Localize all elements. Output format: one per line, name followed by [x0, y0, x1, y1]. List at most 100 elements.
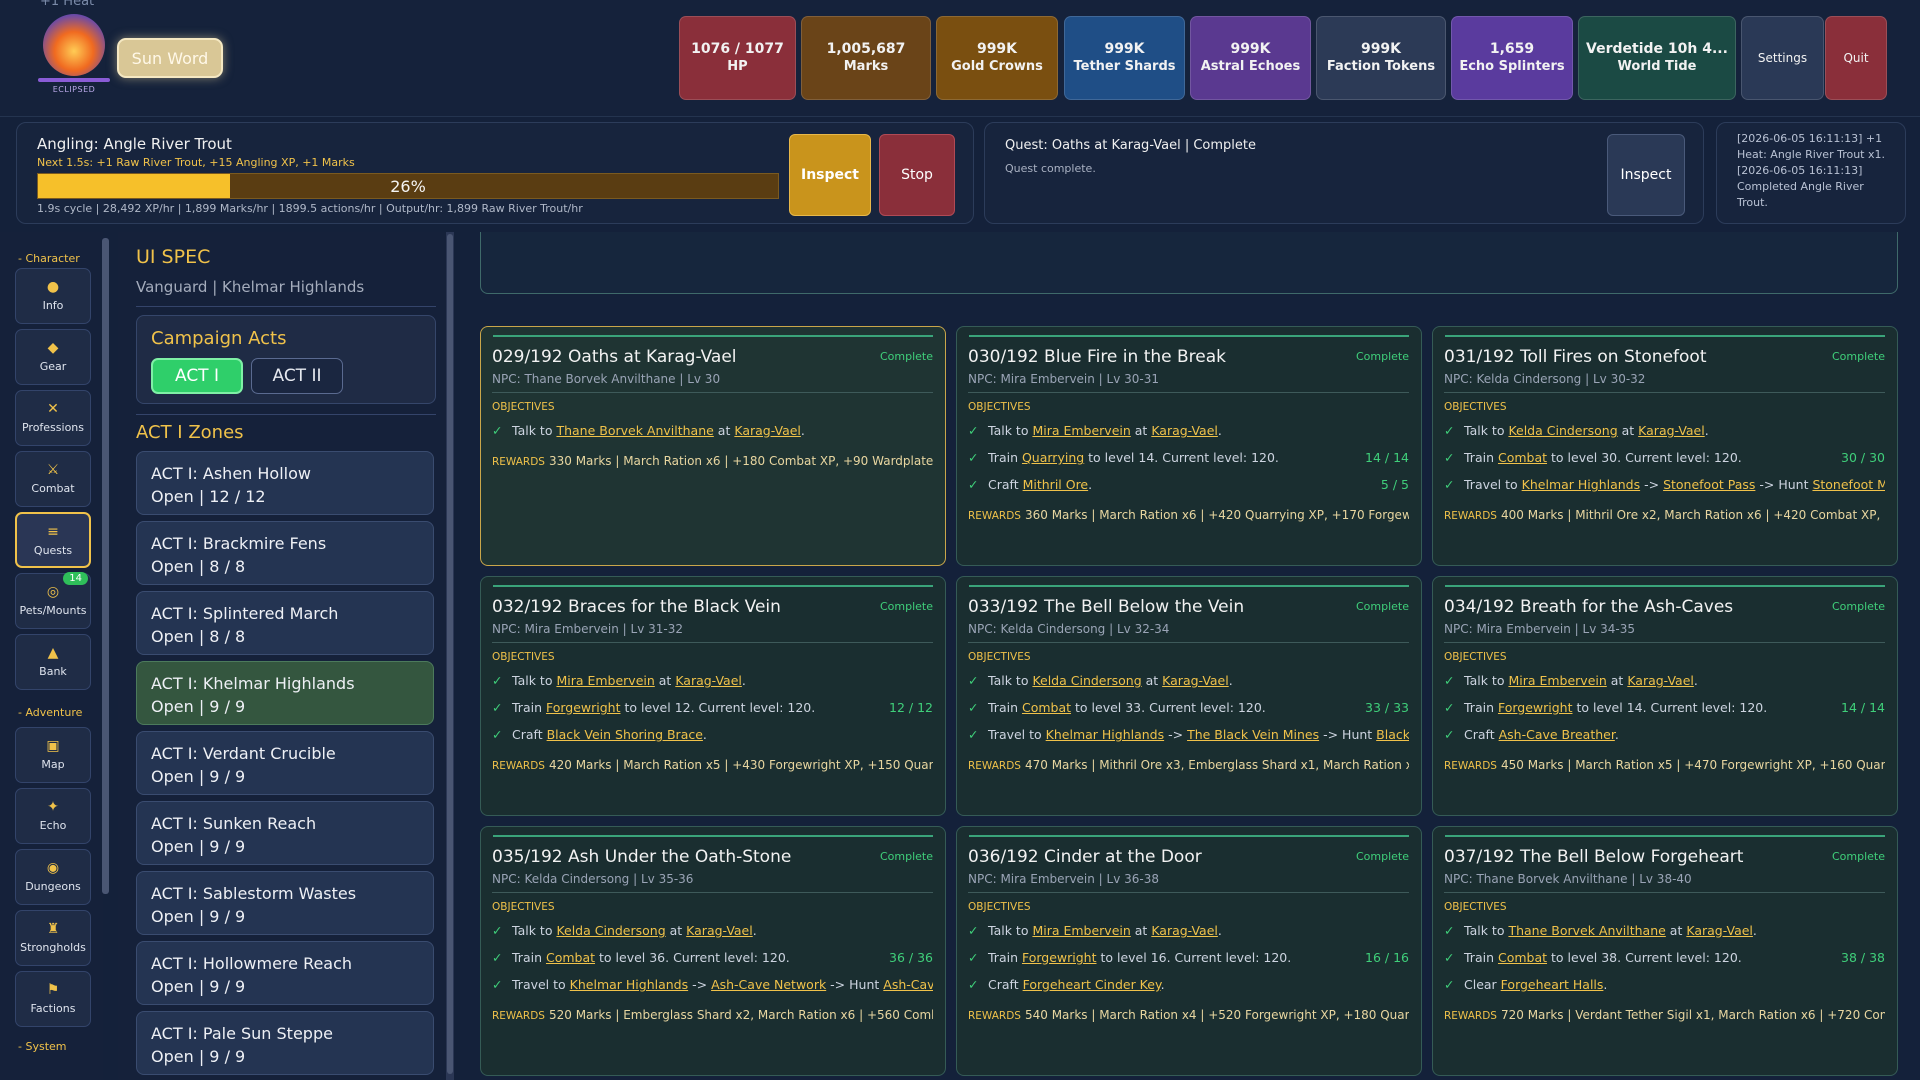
objective-text: Train — [988, 950, 1022, 965]
quest-card[interactable]: 032/192 Braces for the Black Vein Complet… — [480, 576, 946, 816]
objective-link[interactable]: Karag-Vael — [734, 423, 801, 438]
objective-link[interactable]: Stonefoot Pass — [1663, 477, 1755, 492]
nav-factions[interactable]: ⚑ Factions — [15, 971, 91, 1027]
quest-card[interactable]: 035/192 Ash Under the Oath-Stone Complete… — [480, 826, 946, 1076]
nav-quests[interactable]: ≡ Quests — [15, 512, 91, 568]
objective-link[interactable]: Ash-Cave Network — [711, 977, 826, 992]
sidebar-scrollbar[interactable] — [102, 238, 109, 894]
objective-text: Train — [512, 950, 546, 965]
nav-info[interactable]: ● Info — [15, 268, 91, 324]
settings-button[interactable]: Settings — [1741, 16, 1824, 100]
zone-item[interactable]: ACT I: Sablestorm Wastes Open | 9 / 9 — [136, 871, 434, 935]
quest-card[interactable]: 034/192 Breath for the Ash-Caves Complete… — [1432, 576, 1898, 816]
stat-0[interactable]: 1076 / 1077 HP — [679, 16, 796, 100]
stop-button[interactable]: Stop — [879, 134, 955, 216]
objective-link[interactable]: Mira Embervein — [556, 673, 654, 688]
inspect-quest-button[interactable]: Inspect — [1607, 134, 1685, 216]
nav-combat[interactable]: ⚔ Combat — [15, 451, 91, 507]
objective-link[interactable]: Black Vein Shoring Brace — [547, 727, 703, 742]
objective-link[interactable]: Ash-Cave Acolyte — [883, 977, 933, 992]
objective-link[interactable]: Quarrying — [1022, 450, 1084, 465]
zone-item[interactable]: ACT I: Brackmire Fens Open | 8 / 8 — [136, 521, 434, 585]
objective-link[interactable]: Karag-Vael — [675, 673, 742, 688]
zone-name: ACT I: Khelmar Highlands — [151, 674, 355, 693]
objective-link[interactable]: Combat — [1498, 950, 1547, 965]
objective-row: ✓ Train Combat to level 30. Current level… — [1444, 450, 1885, 465]
nav-map[interactable]: ▣ Map — [15, 727, 91, 783]
stat-3[interactable]: 999K Tether Shards — [1064, 16, 1185, 100]
objective-link[interactable]: Karag-Vael — [1638, 423, 1705, 438]
nav-professions[interactable]: ✕ Professions — [15, 390, 91, 446]
sun-word-button[interactable]: Sun Word — [117, 38, 223, 78]
objective-link[interactable]: Karag-Vael — [686, 923, 753, 938]
zone-item[interactable]: ACT I: Splintered March Open | 8 / 8 — [136, 591, 434, 655]
objective-link[interactable]: Forgewright — [1022, 950, 1097, 965]
objective-link[interactable]: Kelda Cindersong — [1508, 423, 1617, 438]
objective-link[interactable]: Khelmar Highlands — [570, 977, 688, 992]
objective-link[interactable]: Combat — [1498, 450, 1547, 465]
stat-7[interactable]: Verdetide 10h 4... World Tide — [1578, 16, 1736, 100]
objective-row: ✓ Talk to Mira Embervein at Karag-Vael. — [492, 673, 933, 688]
quest-card[interactable]: 036/192 Cinder at the Door Complete NPC: M… — [956, 826, 1422, 1076]
nav-bank[interactable]: ▲ Bank — [15, 634, 91, 690]
objective-link[interactable]: Forgewright — [546, 700, 621, 715]
objective-link[interactable]: Combat — [1022, 700, 1071, 715]
objective-link[interactable]: Black Vein Delver — [1376, 727, 1409, 742]
quest-card[interactable]: 037/192 The Bell Below Forgeheart Complet… — [1432, 826, 1898, 1076]
objective-link[interactable]: Forgeheart Cinder Key — [1023, 977, 1161, 992]
quest-card[interactable]: 030/192 Blue Fire in the Break Complete NP… — [956, 326, 1422, 566]
objective-link[interactable]: Combat — [546, 950, 595, 965]
nav-gear[interactable]: ◆ Gear — [15, 329, 91, 385]
objective-link[interactable]: Karag-Vael — [1151, 423, 1218, 438]
quest-card[interactable]: 033/192 The Bell Below the Vein Complete N… — [956, 576, 1422, 816]
objective-link[interactable]: Forgewright — [1498, 700, 1573, 715]
objective-link[interactable]: Thane Borvek Anvilthane — [556, 423, 713, 438]
objective-link[interactable]: Khelmar Highlands — [1522, 477, 1640, 492]
objective-link[interactable]: Mithril Ore — [1023, 477, 1089, 492]
objective-text: Talk to — [1464, 423, 1509, 438]
zone-item[interactable]: ACT I: Hollowmere Reach Open | 9 / 9 — [136, 941, 434, 1005]
card-divider — [1444, 642, 1885, 643]
objective-link[interactable]: The Black Vein Mines — [1187, 727, 1319, 742]
objective-link[interactable]: Stonefoot Marauder — [1812, 477, 1885, 492]
objective-link[interactable]: Kelda Cindersong — [556, 923, 665, 938]
objective-link[interactable]: Khelmar Highlands — [1046, 727, 1164, 742]
objective-link[interactable]: Thane Borvek Anvilthane — [1508, 923, 1665, 938]
zone-item[interactable]: ACT I: Ashen Hollow Open | 12 / 12 — [136, 451, 434, 515]
stat-4[interactable]: 999K Astral Echoes — [1190, 16, 1311, 100]
objective-link[interactable]: Karag-Vael — [1627, 673, 1694, 688]
nav-echo[interactable]: ✦ Echo — [15, 788, 91, 844]
objective-link[interactable]: Ash-Cave Breather — [1499, 727, 1615, 742]
stat-2[interactable]: 999K Gold Crowns — [936, 16, 1058, 100]
objective-text: . — [1217, 923, 1222, 938]
scroll-thumb[interactable] — [447, 234, 453, 1074]
zone-item[interactable]: ACT I: Pale Sun Steppe Open | 9 / 9 — [136, 1011, 434, 1075]
nav-strongholds[interactable]: ♜ Strongholds — [15, 910, 91, 966]
quit-button[interactable]: Quit — [1825, 16, 1887, 100]
quest-card[interactable]: 031/192 Toll Fires on Stonefoot Complete N… — [1432, 326, 1898, 566]
objective-link[interactable]: Karag-Vael — [1686, 923, 1753, 938]
stat-1[interactable]: 1,005,687 Marks — [801, 16, 931, 100]
zone-item[interactable]: ACT I: Khelmar Highlands Open | 9 / 9 — [136, 661, 434, 725]
objective-link[interactable]: Mira Embervein — [1032, 923, 1130, 938]
objective-link[interactable]: Mira Embervein — [1032, 423, 1130, 438]
stat-6[interactable]: 1,659 Echo Splinters — [1451, 16, 1573, 100]
zone-item[interactable]: ACT I: Verdant Crucible Open | 9 / 9 — [136, 731, 434, 795]
zone-item[interactable]: ACT I: Sunken Reach Open | 9 / 9 — [136, 801, 434, 865]
act-ii-tab[interactable]: ACT II — [251, 358, 343, 394]
objective-text: -> Hunt — [1319, 727, 1377, 742]
nav-dungeons[interactable]: ◉ Dungeons — [15, 849, 91, 905]
stat-5[interactable]: 999K Faction Tokens — [1316, 16, 1446, 100]
objective-link[interactable]: Karag-Vael — [1151, 923, 1218, 938]
act-i-tab[interactable]: ACT I — [151, 358, 243, 394]
objective-link[interactable]: Mira Embervein — [1508, 673, 1606, 688]
panel-subtitle: Vanguard | Khelmar Highlands — [136, 278, 365, 296]
inspect-activity-button[interactable]: Inspect — [789, 134, 871, 216]
objective-link[interactable]: Karag-Vael — [1162, 673, 1229, 688]
eclipse-emblem[interactable]: ECLIPSED — [38, 14, 110, 96]
panel-scrollbar[interactable] — [446, 232, 454, 1080]
objective-link[interactable]: Kelda Cindersong — [1032, 673, 1141, 688]
quest-card[interactable]: 029/192 Oaths at Karag-Vael Complete NPC: … — [480, 326, 946, 566]
nav-pets-mounts[interactable]: ◎ Pets/Mounts 14 — [15, 572, 91, 629]
objective-link[interactable]: Forgeheart Halls — [1501, 977, 1604, 992]
